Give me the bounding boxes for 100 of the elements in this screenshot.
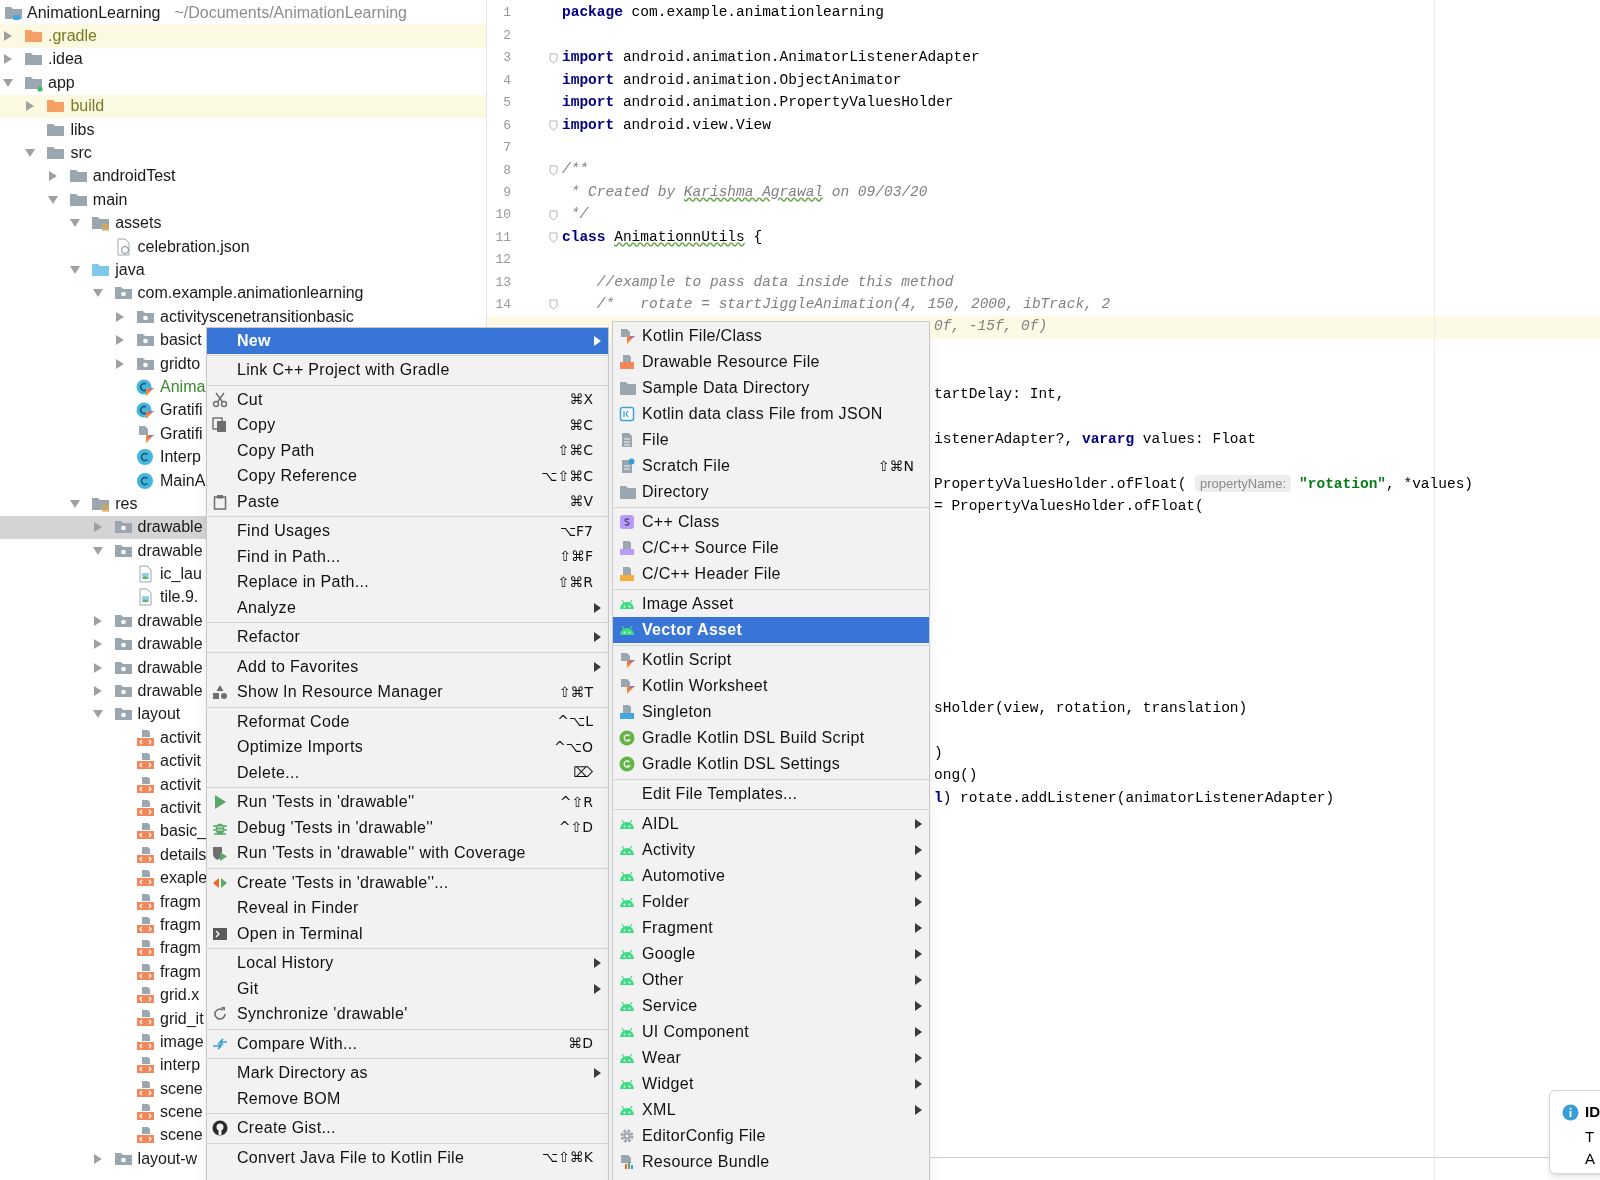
menu-item[interactable]: C/C++ Header File [613,561,929,587]
menu-item[interactable]: Refactor [207,624,608,650]
tree-item[interactable]: main [92,187,128,212]
menu-item[interactable]: File [613,427,929,453]
menu-item[interactable]: Run 'Tests in 'drawable'' ^⇧R [207,789,608,815]
menu-item[interactable]: Paste ⌘V [207,489,608,515]
tree-row[interactable]: build [0,94,486,118]
tree-item[interactable]: details [160,842,207,867]
expand-arrow-icon[interactable] [90,544,105,557]
menu-item[interactable]: Create 'Tests in 'drawable''... [207,870,608,896]
menu-item[interactable]: Find in Path... ⇧⌘F [207,544,608,570]
menu-item[interactable]: Fragment [613,915,929,941]
menu-item[interactable]: Sample Data Directory [613,375,929,401]
tree-item[interactable]: Anima [160,374,206,399]
tree-item[interactable]: grid.x [160,983,200,1008]
tree-item[interactable]: basic_ [160,819,207,844]
fold-marker-icon[interactable] [549,299,558,311]
menu-item[interactable]: Service [613,993,929,1019]
tree-item[interactable]: Gratifi [160,398,203,423]
tree-item[interactable]: Gratifi [160,421,203,446]
menu-item[interactable]: Synchronize 'drawable' [207,1001,608,1027]
tree-item[interactable]: scene [160,1100,203,1125]
tree-item[interactable]: .idea [48,47,83,72]
menu-item[interactable]: Gradle Kotlin DSL Build Script [613,725,929,751]
expand-arrow-icon[interactable] [68,264,83,276]
menu-item[interactable]: Widget [613,1071,929,1097]
menu-item[interactable]: Vector Asset [613,617,929,643]
menu-item[interactable]: Find Usages ⌥F7 [207,518,608,544]
tree-item[interactable]: Interp [160,445,201,470]
tree-item[interactable]: basict [160,328,202,353]
menu-item[interactable]: Debug 'Tests in 'drawable'' ^⇧D [207,815,608,841]
menu-item[interactable]: Activity [613,837,929,863]
menu-item[interactable]: Scratch File ⇧⌘N [613,453,929,479]
tree-item[interactable]: drawable [137,538,203,563]
tree-item[interactable]: layout [137,702,181,727]
tree-item[interactable]: drawable [137,608,203,633]
tree-item[interactable]: drawable [137,515,203,540]
menu-item[interactable]: Mark Directory as [207,1060,608,1086]
fold-marker-icon[interactable] [549,209,558,221]
menu-item[interactable]: Reformat Code ^⌥L [207,709,608,735]
menu-item[interactable]: Cut ⌘X [207,387,608,413]
tree-item[interactable]: ic_lau [160,562,202,587]
tree-item[interactable]: interp [160,1053,201,1078]
menu-item[interactable]: Other [613,967,929,993]
fold-marker-icon[interactable] [549,52,558,64]
menu-item[interactable]: Add to Favorites [207,654,608,680]
menu-item[interactable]: Resource Bundle [613,1149,929,1175]
menu-item[interactable]: Gradle Kotlin DSL Settings [613,751,929,777]
menu-item[interactable]: Convert Java File to Kotlin File ⌥⇧⌘K [207,1145,608,1171]
menu-item[interactable]: UI Component [613,1019,929,1045]
tree-item[interactable]: fragm [160,912,201,937]
menu-item[interactable]: Git [207,976,608,1002]
expand-arrow-icon[interactable] [68,497,83,510]
menu-item[interactable]: Copy ⌘C [207,412,608,438]
tree-item[interactable]: scene [160,1123,203,1148]
tree-item[interactable]: app [48,70,75,95]
menu-item[interactable]: Automotive [613,863,929,889]
menu-item[interactable]: Create Gist... [207,1115,608,1141]
menu-item[interactable]: Compare With... ⌘D [207,1031,608,1057]
tree-item[interactable]: layout-w [137,1146,198,1171]
menu-item[interactable]: Directory [613,479,929,505]
menu-item[interactable]: Drawable Resource File [613,349,929,375]
tree-item[interactable]: celebration.json [137,234,250,259]
menu-item[interactable]: C++ Class [613,509,929,535]
tree-item[interactable]: activit [160,772,201,797]
tree-item[interactable]: MainA [160,468,206,493]
tree-item[interactable]: image [160,1029,204,1054]
tree-item[interactable]: .gradle [48,24,97,49]
tree-item[interactable]: activit [160,749,201,774]
tree-item[interactable]: activit [160,796,201,820]
tree-item[interactable]: assets [115,211,162,236]
menu-item[interactable]: C/C++ Source File [613,535,929,561]
tree-item[interactable]: exaple [160,866,208,891]
tree-item[interactable]: drawable [137,655,203,680]
menu-item[interactable]: Copy Path ⇧⌘C [207,438,608,464]
tree-item[interactable]: drawable [137,679,203,704]
menu-item[interactable]: Image Asset [613,591,929,617]
menu-item[interactable]: Local History [207,950,608,976]
menu-item[interactable]: Folder [613,889,929,915]
menu-item[interactable]: Singleton [613,699,929,725]
menu-item[interactable]: Kotlin File/Class [613,323,929,349]
tree-item[interactable]: res [115,491,138,516]
menu-item[interactable]: Optimize Imports ^⌥O [207,734,608,760]
tree-item[interactable]: fragm [160,889,201,914]
tree-item[interactable]: grid_it [160,1006,204,1031]
menu-item[interactable]: Link C++ Project with Gradle [207,357,608,383]
menu-item[interactable]: EditorConfig File [613,1123,929,1149]
menu-item[interactable]: Open in Terminal [207,921,608,947]
menu-item[interactable]: XML [613,1097,929,1123]
menu-item[interactable]: Replace in Path... ⇧⌘R [207,569,608,595]
menu-item[interactable]: AIDL [613,811,929,837]
tree-item[interactable]: libs [70,117,95,142]
expand-arrow-icon[interactable] [45,193,60,206]
tree-item[interactable]: java [115,258,145,282]
menu-item[interactable]: Kotlin Script [613,647,929,673]
tree-item[interactable]: fragm [160,936,201,961]
menu-item[interactable]: Run 'Tests in 'drawable'' with Coverage [207,840,608,866]
tree-item[interactable]: androidTest [92,164,176,189]
tree-item[interactable]: gridto [160,351,201,376]
tree-item[interactable]: build [70,94,105,119]
